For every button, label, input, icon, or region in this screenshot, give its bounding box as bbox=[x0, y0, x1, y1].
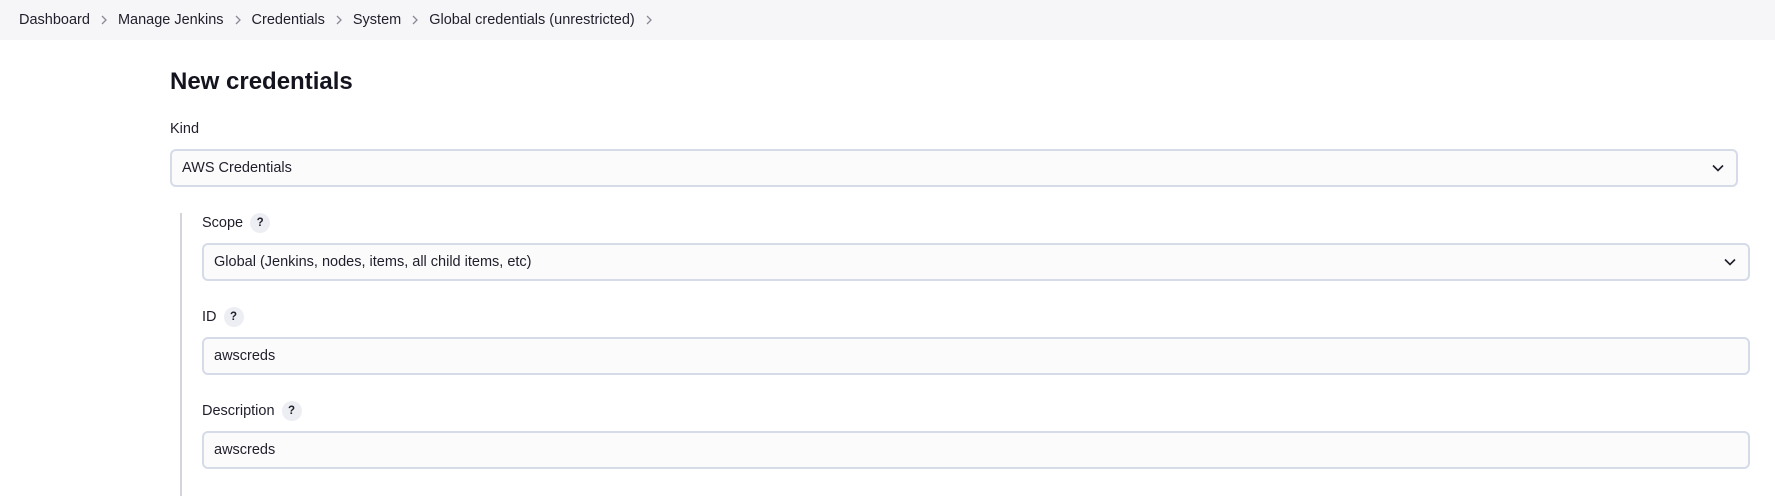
nested-section-divider bbox=[180, 213, 182, 496]
description-input[interactable]: awscreds bbox=[202, 431, 1750, 469]
chevron-right-icon[interactable] bbox=[325, 12, 353, 28]
id-label-text: ID bbox=[202, 309, 217, 325]
id-input-value: awscreds bbox=[214, 348, 276, 364]
scope-label: Scope ? bbox=[202, 213, 271, 233]
breadcrumb-item-system[interactable]: System bbox=[353, 12, 429, 28]
breadcrumb-label[interactable]: Manage Jenkins bbox=[118, 12, 224, 28]
description-label: Description ? bbox=[202, 401, 302, 421]
page-title: New credentials bbox=[170, 68, 353, 95]
chevron-down-icon bbox=[1710, 160, 1726, 176]
breadcrumb-label[interactable]: System bbox=[353, 12, 401, 28]
chevron-right-icon[interactable] bbox=[90, 12, 118, 28]
breadcrumb-label[interactable]: Credentials bbox=[252, 12, 325, 28]
scope-select[interactable]: Global (Jenkins, nodes, items, all child… bbox=[202, 243, 1750, 281]
breadcrumb-item-dashboard[interactable]: Dashboard bbox=[19, 12, 118, 28]
breadcrumb: Dashboard Manage Jenkins Credentials Sys… bbox=[0, 0, 1775, 40]
id-input[interactable]: awscreds bbox=[202, 337, 1750, 375]
chevron-right-icon[interactable] bbox=[635, 12, 663, 28]
chevron-down-icon bbox=[1722, 254, 1738, 270]
chevron-right-icon[interactable] bbox=[224, 12, 252, 28]
breadcrumb-item-credentials[interactable]: Credentials bbox=[252, 12, 353, 28]
description-input-value: awscreds bbox=[214, 442, 276, 458]
id-help-button[interactable]: ? bbox=[223, 307, 244, 327]
description-help-button[interactable]: ? bbox=[281, 401, 302, 421]
kind-select[interactable]: AWS Credentials bbox=[170, 149, 1738, 187]
chevron-right-icon[interactable] bbox=[401, 12, 429, 28]
description-label-text: Description bbox=[202, 403, 275, 419]
breadcrumb-item-global-credentials[interactable]: Global credentials (unrestricted) bbox=[429, 12, 663, 28]
kind-selected-value: AWS Credentials bbox=[182, 160, 292, 176]
kind-label-text: Kind bbox=[170, 121, 200, 137]
id-label: ID ? bbox=[202, 307, 244, 327]
kind-label: Kind bbox=[170, 121, 199, 137]
scope-selected-value: Global (Jenkins, nodes, items, all child… bbox=[214, 254, 532, 270]
scope-help-button[interactable]: ? bbox=[250, 213, 271, 233]
breadcrumb-label[interactable]: Dashboard bbox=[19, 12, 90, 28]
scope-label-text: Scope bbox=[202, 215, 244, 231]
breadcrumb-label[interactable]: Global credentials (unrestricted) bbox=[429, 12, 635, 28]
breadcrumb-item-manage-jenkins[interactable]: Manage Jenkins bbox=[118, 12, 252, 28]
